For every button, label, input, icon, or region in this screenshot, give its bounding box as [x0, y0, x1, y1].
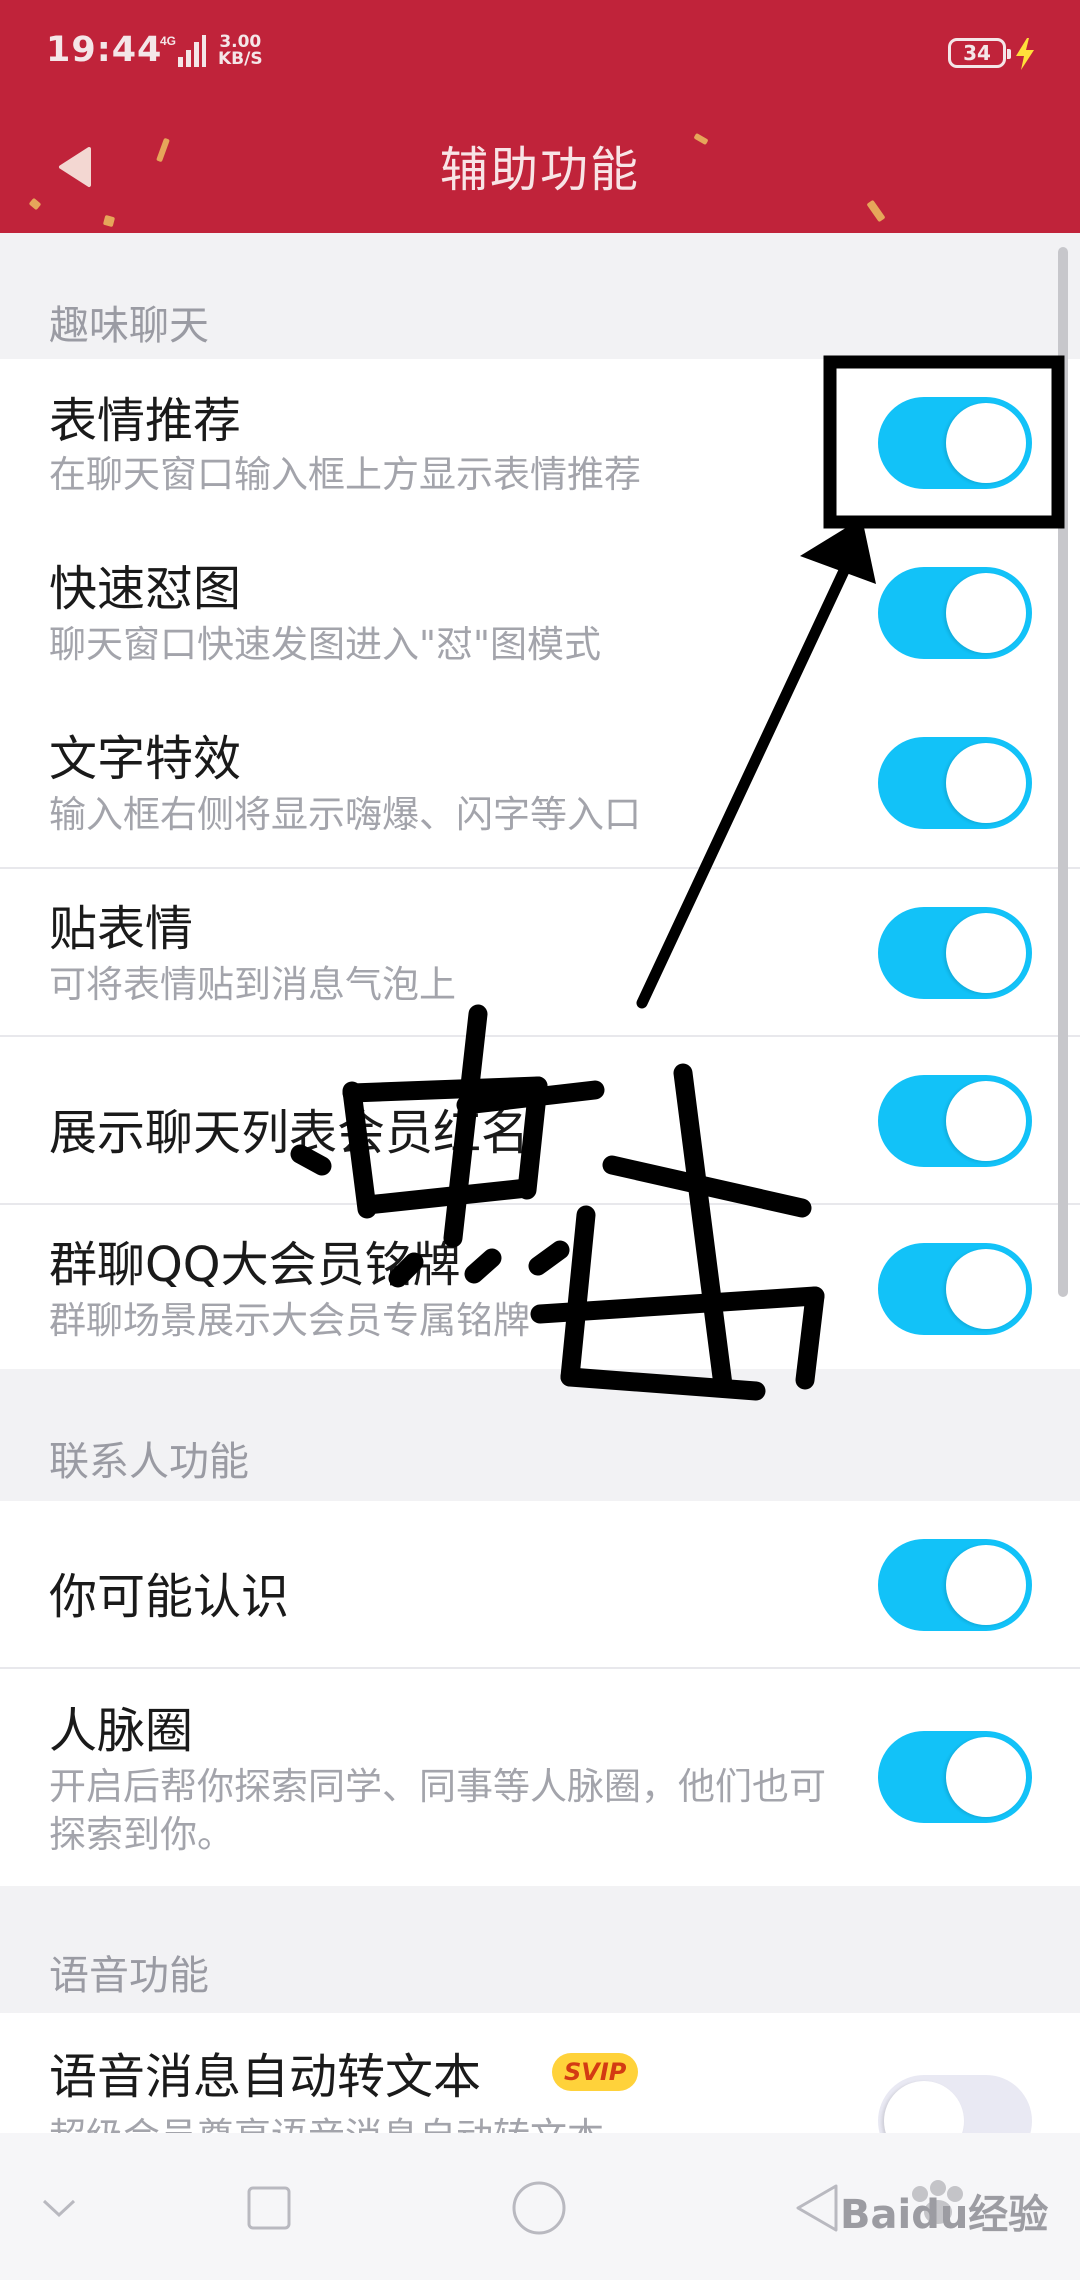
setting-row-quick-image[interactable]: 快速怼图 聊天窗口快速发图进入"怼"图模式 [0, 529, 1080, 699]
section-header-fun-chat: 趣味聊天 [49, 303, 209, 349]
setting-title: 人脉圈 [49, 1703, 194, 1759]
section-group-contacts: 你可能认识 人脉圈 开启后帮你探索同学、同事等人脉圈，他们也可探索到你。 [0, 1501, 1080, 1886]
toggle-switch[interactable] [878, 1075, 1032, 1167]
toggle-knob [946, 1081, 1026, 1161]
toggle-knob [946, 1737, 1026, 1817]
battery-level: 34 [963, 41, 991, 65]
scrollbar[interactable] [1058, 247, 1068, 1297]
toggle-switch[interactable] [878, 2075, 1032, 2133]
svg-text:4G: 4G [160, 34, 176, 48]
settings-list[interactable]: 趣味聊天 表情推荐 在聊天窗口输入框上方显示表情推荐 快速怼图 聊天窗口快速发图… [0, 233, 1080, 2133]
setting-title: 文字特效 [49, 731, 242, 787]
net-speed-unit: KB/S [218, 49, 263, 69]
setting-subtitle: 输入框右侧将显示嗨爆、闪字等入口 [49, 793, 641, 836]
setting-subtitle: 聊天窗口快速发图进入"怼"图模式 [49, 623, 602, 666]
setting-row-group-nameplate[interactable]: 群聊QQ大会员铭牌 群聊场景展示大会员专属铭牌 [0, 1205, 1080, 1369]
toggle-switch[interactable] [878, 737, 1032, 829]
app-header: 19:44 4G 3.00 KB/S 34 辅助功能 [0, 0, 1080, 233]
nav-home-button[interactable] [504, 2173, 574, 2243]
nav-collapse-button[interactable] [24, 2173, 94, 2243]
toggle-switch[interactable] [878, 907, 1032, 999]
toggle-switch[interactable] [878, 567, 1032, 659]
battery-icon: 34 [948, 38, 1011, 68]
setting-title: 贴表情 [49, 901, 194, 957]
section-header-voice: 语音功能 [49, 1953, 209, 1999]
setting-row-sticker[interactable]: 贴表情 可将表情贴到消息气泡上 [0, 869, 1080, 1037]
nav-recents-button[interactable] [234, 2173, 304, 2243]
section-header-contacts: 联系人功能 [49, 1439, 249, 1485]
setting-title: 展示聊天列表会员红名 [49, 1105, 530, 1161]
toggle-switch[interactable] [878, 1539, 1032, 1631]
setting-subtitle: 群聊场景展示大会员专属铭牌 [49, 1299, 530, 1342]
square-icon [247, 2186, 291, 2230]
section-group-fun-chat: 表情推荐 在聊天窗口输入框上方显示表情推荐 快速怼图 聊天窗口快速发图进入"怼"… [0, 359, 1080, 1369]
setting-title: 你可能认识 [49, 1569, 290, 1625]
setting-title: 快速怼图 [49, 561, 242, 617]
signal-icon: 4G [160, 34, 206, 67]
status-bar: 19:44 4G 3.00 KB/S 34 [0, 0, 1080, 110]
charging-icon [1016, 38, 1034, 70]
title-bar: 辅助功能 [0, 110, 1080, 233]
setting-row-network-circle[interactable]: 人脉圈 开启后帮你探索同学、同事等人脉圈，他们也可探索到你。 [0, 1669, 1080, 1886]
setting-row-text-effects[interactable]: 文字特效 输入框右侧将显示嗨爆、闪字等入口 [0, 699, 1080, 869]
watermark-text: Baidu经验 [840, 2192, 1049, 2238]
setting-title: 表情推荐 [49, 393, 242, 449]
setting-subtitle: 可将表情贴到消息气泡上 [49, 963, 456, 1006]
toggle-switch[interactable] [878, 1243, 1032, 1335]
setting-title: 语音消息自动转文本 [49, 2049, 482, 2105]
toggle-switch[interactable] [878, 1731, 1032, 1823]
svip-badge: SVIP [552, 2053, 639, 2091]
toggle-knob [946, 403, 1026, 483]
toggle-knob [946, 913, 1026, 993]
status-time: 19:44 [46, 30, 163, 70]
toggle-knob [946, 573, 1026, 653]
setting-row-emoji-recommend[interactable]: 表情推荐 在聊天窗口输入框上方显示表情推荐 [0, 359, 1080, 529]
setting-subtitle: 开启后帮你探索同学、同事等人脉圈，他们也可探索到你。 [49, 1765, 826, 1856]
chevron-down-icon [42, 2199, 76, 2218]
net-speed: 3.00 KB/S [218, 34, 263, 68]
toggle-knob [946, 743, 1026, 823]
toggle-switch[interactable] [878, 397, 1032, 489]
circle-icon [512, 2181, 566, 2235]
setting-row-vip-red-name[interactable]: 展示聊天列表会员红名 [0, 1037, 1080, 1205]
toggle-knob [946, 1249, 1026, 1329]
setting-subtitle: 超级会员尊享语音消息自动转文本 [49, 2113, 829, 2133]
setting-title: 群聊QQ大会员铭牌 [49, 1237, 461, 1293]
setting-row-may-know[interactable]: 你可能认识 [0, 1501, 1080, 1669]
toggle-knob [946, 1545, 1026, 1625]
setting-row-voice-to-text[interactable]: 语音消息自动转文本 SVIP 超级会员尊享语音消息自动转文本 [0, 2013, 1080, 2133]
setting-subtitle: 在聊天窗口输入框上方显示表情推荐 [49, 453, 641, 496]
toggle-knob [884, 2081, 964, 2133]
section-group-voice: 语音消息自动转文本 SVIP 超级会员尊享语音消息自动转文本 [0, 2013, 1080, 2133]
